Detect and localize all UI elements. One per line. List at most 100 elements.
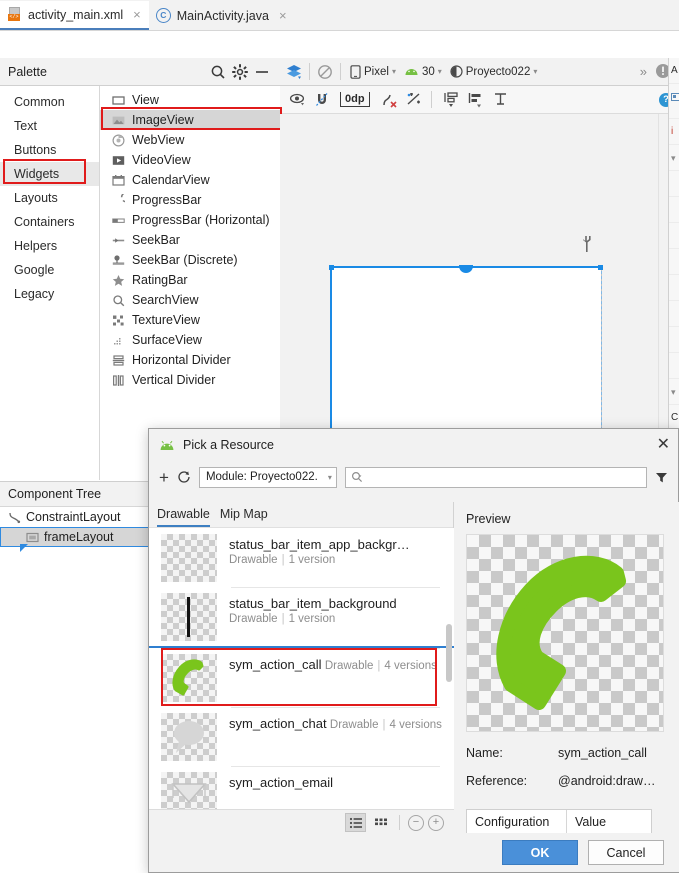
tab-mipmap[interactable]: Mip Map [220,507,268,527]
blueprint-toggle-icon[interactable] [285,63,303,81]
minimize-icon[interactable] [252,62,272,82]
palette-item-seekbar[interactable]: SeekBar [100,230,280,250]
wrench-icon[interactable] [580,236,593,254]
resource-row[interactable]: status_bar_item_background Drawable | 1 ve… [149,587,454,646]
close-icon[interactable]: × [279,8,287,23]
texture-view-icon [112,314,125,327]
search-input[interactable] [344,466,647,488]
infer-constraints-icon[interactable] [404,90,424,110]
align-icon[interactable] [466,90,486,110]
palette-item-seekbar-discrete[interactable]: SeekBar (Discrete) [100,250,280,270]
tab-activity-main-xml[interactable]: </> activity_main.xml × [0,1,149,30]
tab-label: activity_main.xml [28,7,124,22]
theme-selector[interactable]: Proyecto022 ▾ [447,64,541,79]
tree-expander-icon[interactable] [20,544,29,553]
palette-category-buttons[interactable]: Buttons [0,138,99,162]
resize-handle-top-left[interactable] [329,265,334,270]
resource-row[interactable]: sym_action_email [149,766,454,809]
palette-item-vertical-divider[interactable]: Vertical Divider [100,370,280,390]
clear-constraints-icon[interactable] [379,90,399,110]
list-view-icon[interactable] [345,813,366,832]
guidelines-icon[interactable] [491,90,511,110]
component-tree-body[interactable]: ConstraintLayout frameLayout [0,507,155,873]
disable-render-icon[interactable] [316,63,334,81]
cancel-button[interactable]: Cancel [588,840,664,865]
palette-category-containers[interactable]: Containers [0,210,99,234]
add-resource-button[interactable]: + [159,469,169,486]
palette-item-surfaceview[interactable]: SurfaceView [100,330,280,350]
attributes-panel-sliver[interactable]: A i ▾ ▾ C [668,58,679,480]
palette-category-text[interactable]: Text [0,114,99,138]
palette-item-label: SurfaceView [132,333,202,347]
attr-row-collapse-1[interactable]: ▾ [669,145,679,171]
attr-row-collapse-2[interactable]: ▾ [669,379,679,405]
resource-versions: 4 versions [384,660,437,672]
grid-view-icon[interactable] [370,813,391,832]
palette-category-widgets[interactable]: Widgets [0,162,99,186]
zoom-out-icon[interactable]: − [408,814,424,831]
zoom-in-icon[interactable]: + [428,814,444,831]
palette-item-horizontal-divider[interactable]: Horizontal Divider [100,350,280,370]
api-level-selector[interactable]: 30 ▾ [401,65,445,79]
pack-icon[interactable] [441,90,461,110]
preview-name-row: Name: sym_action_call [466,746,668,760]
palette-item-label: SeekBar (Discrete) [132,253,238,267]
preview-reference-key: Reference: [466,774,528,788]
palette-item-view[interactable]: View [100,90,280,110]
chat-bubble-icon [161,713,217,761]
palette-item-searchview[interactable]: SearchView [100,290,280,310]
close-icon[interactable]: × [133,7,141,22]
palette-item-label: SearchView [132,293,199,307]
autoconnect-off-icon[interactable] [313,90,333,110]
design-canvas[interactable] [280,114,658,480]
component-tree-header: Component Tree [0,481,155,507]
ok-button[interactable]: OK [502,840,578,865]
palette-item-videoview[interactable]: VideoView [100,150,280,170]
search-icon[interactable] [208,62,228,82]
palette-item-calendarview[interactable]: CalendarView [100,170,280,190]
palette-category-helpers[interactable]: Helpers [0,234,99,258]
close-icon[interactable]: ✕ [657,437,670,453]
palette-item-textureview[interactable]: TextureView [100,310,280,330]
resource-list-scrollbar[interactable] [446,624,452,682]
java-class-icon: C [155,8,171,23]
gear-icon[interactable] [230,62,250,82]
device-selector[interactable]: Pixel ▾ [347,64,399,80]
attr-row-4 [669,223,679,249]
palette-category-legacy[interactable]: Legacy [0,282,99,306]
tree-item-constraintlayout[interactable]: ConstraintLayout [0,507,154,527]
module-selector[interactable]: Module: Proyecto022. ▾ [198,466,337,488]
resource-row-selected[interactable]: sym_action_call Drawable | 4 versions [149,646,454,707]
palette-category-google[interactable]: Google [0,258,99,282]
resource-list[interactable]: status_bar_item_app_backgr… Drawable | 1 v… [149,528,454,809]
configuration-table[interactable]: Configuration Value [466,809,652,835]
toolbar-overflow-button[interactable]: » [637,63,650,80]
attr-row-8 [669,327,679,353]
resource-row[interactable]: status_bar_item_app_backgr… Drawable | 1 v… [149,528,454,587]
palette-item-imageview[interactable]: ImageView [100,110,280,130]
divider [399,815,400,830]
tab-label: MainActivity.java [176,8,269,23]
tab-mainactivity-java[interactable]: C MainActivity.java × [149,1,295,30]
palette-item-ratingbar[interactable]: RatingBar [100,270,280,290]
tab-drawable[interactable]: Drawable [157,507,210,527]
show-constraints-icon[interactable] [288,90,308,110]
palette-item-progressbar-horizontal[interactable]: ProgressBar (Horizontal) [100,210,280,230]
search-icon [351,471,363,483]
constraint-anchor-top[interactable] [459,265,473,273]
filter-icon[interactable] [655,471,668,484]
refresh-icon[interactable] [177,470,191,484]
tree-item-label: ConstraintLayout [26,510,121,524]
canvas-vertical-scrollbar[interactable] [658,114,668,480]
palette-item-progressbar[interactable]: ProgressBar [100,190,280,210]
resource-type: Drawable [229,613,278,625]
default-margin-value[interactable]: 0dp [340,92,370,107]
chevron-down-icon: ▾ [437,67,442,76]
pick-a-resource-dialog[interactable]: Pick a Resource ✕ + Module: Proyecto022.… [148,428,679,873]
palette-category-common[interactable]: Common [0,90,99,114]
resource-row[interactable]: sym_action_chat Drawable | 4 versions [149,707,454,766]
palette-title: Palette [8,64,47,79]
resize-handle-top-right[interactable] [598,265,603,270]
palette-item-webview[interactable]: WebView [100,130,280,150]
palette-category-layouts[interactable]: Layouts [0,186,99,210]
